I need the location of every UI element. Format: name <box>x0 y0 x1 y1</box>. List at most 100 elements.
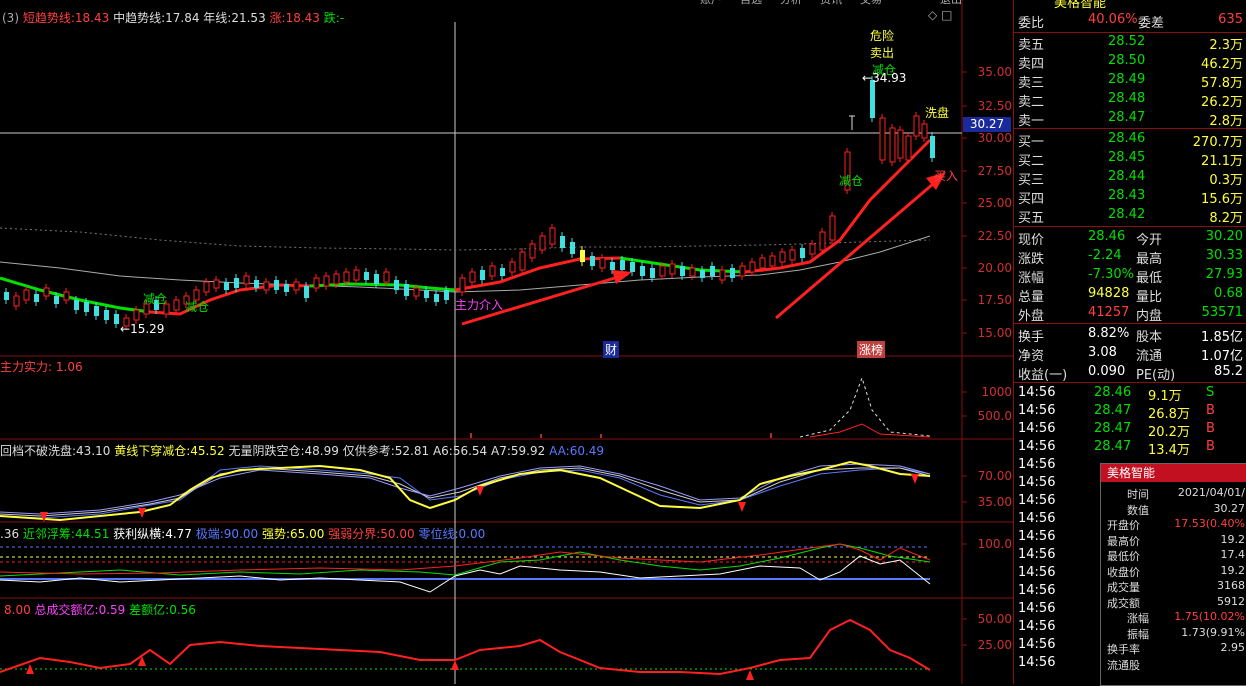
stat-value: 0.68 <box>1214 286 1243 301</box>
stat-value: 85.2 <box>1214 364 1243 379</box>
tooltip-row: 成交额 5912 <box>1105 595 1246 610</box>
book-volume: 8.2万 <box>1209 211 1243 226</box>
candle-body <box>489 265 496 277</box>
indicator-value: 44.51 <box>74 527 110 541</box>
book-row: 买二 28.45 21.1万 <box>1018 150 1243 169</box>
candle-body <box>560 236 565 248</box>
book-label: 卖四 <box>1018 57 1045 72</box>
sub-axis-label: 1000 <box>981 385 1012 399</box>
tooltip-value: 17.4 <box>1220 548 1246 561</box>
candle-body <box>213 279 220 289</box>
candle-body <box>63 291 70 301</box>
panel1-title: 主力实力: <box>0 360 53 374</box>
stat-label: 股本 <box>1136 330 1163 345</box>
stat-label: PE(动) <box>1136 368 1176 383</box>
tooltip-row: 最高价 19.2 <box>1105 533 1246 548</box>
sub-axis-label: 50.00 <box>977 612 1012 626</box>
candle-body <box>913 115 920 137</box>
candle-body <box>413 287 420 297</box>
indicator-value: 90.00 <box>223 527 259 541</box>
tooltip-row: 涨幅 1.75(10.02% <box>1105 610 1246 625</box>
indicator-label: 零位线: <box>418 527 459 541</box>
candle-body <box>374 274 379 284</box>
candle-body <box>599 257 606 269</box>
candle-body <box>640 266 645 276</box>
candle-body <box>590 256 595 266</box>
tooltip-row: 流通股 <box>1105 657 1246 672</box>
candle-body <box>333 273 340 285</box>
stat-value: 41257 <box>1088 305 1130 320</box>
indicator-label: 强势: <box>261 527 291 541</box>
candle-body <box>789 249 796 261</box>
candle-body <box>394 280 399 290</box>
tick-time: 14:56 <box>1018 529 1056 544</box>
panel2-header: 回档不破洗盘:43.10 黄线下穿减仓:45.52 无量阴跌空仓:48.99 仅… <box>0 442 604 459</box>
book-row: 买一 28.46 270.7万 <box>1018 131 1243 150</box>
candle-body <box>870 80 875 118</box>
tooltip-row: 收盘价 19.2 <box>1105 564 1246 579</box>
price-axis-label: 20.00 <box>977 261 1012 275</box>
data-tooltip-window[interactable]: 美格智能 时间 2021/04/01/数值 30.27 开盘价 17.53(0.40% 最… <box>1100 463 1246 686</box>
tooltip-value: 2.95 <box>1220 641 1246 654</box>
book-volume: 0.3万 <box>1209 173 1243 188</box>
tooltip-key: 数值 <box>1127 503 1149 517</box>
candle-body <box>424 290 429 298</box>
candle-body <box>719 269 726 281</box>
book-price: 28.43 <box>1108 188 1146 203</box>
indicator-label: 近邻浮筹: <box>22 527 75 541</box>
price-axis-label: 32.50 <box>977 99 1012 113</box>
stat-row: 现价 28.46 今开 30.20 <box>1018 229 1243 248</box>
sub-axis-label: 25.00 <box>977 638 1012 652</box>
panel2-arrows <box>40 474 919 522</box>
stat-value: -2.24 <box>1088 248 1122 263</box>
tick-volume: 26.8万 <box>1148 407 1190 422</box>
tooltip-key: 振幅 <box>1127 627 1149 641</box>
book-volume: 270.7万 <box>1192 135 1243 150</box>
indicator-label: A7: <box>491 444 511 458</box>
candle-body <box>669 263 676 275</box>
price-axis-label: 35.00 <box>977 65 1012 79</box>
tooltip-value: 2021/04/01/ <box>1177 486 1245 499</box>
book-label: 买五 <box>1018 211 1045 226</box>
panel1-header: 主力实力: 1.06 <box>0 358 83 375</box>
stat-label: 换手 <box>1018 330 1045 345</box>
stat-label: 量比 <box>1136 290 1163 305</box>
book-row: 买三 28.44 0.3万 <box>1018 169 1243 188</box>
candle-body <box>480 270 485 280</box>
tick-time: 14:56 <box>1018 421 1056 436</box>
price-axis-label: 15.00 <box>977 326 1012 340</box>
candle-body <box>620 260 625 270</box>
book-price: 28.48 <box>1108 91 1146 106</box>
book-volume: 2.3万 <box>1209 38 1243 53</box>
candle-body <box>74 300 79 310</box>
candle-body <box>759 257 766 269</box>
tick-side: B <box>1206 403 1215 418</box>
tooltip-value: 19.2 <box>1220 563 1246 577</box>
book-label: 买一 <box>1018 135 1045 150</box>
book-label: 卖一 <box>1018 114 1045 129</box>
limit-tag[interactable]: 涨榜 <box>857 341 886 358</box>
stat-label: 内盘 <box>1136 309 1163 324</box>
tooltip-value: 19.2 <box>1220 532 1246 546</box>
book-price: 28.50 <box>1108 53 1146 68</box>
candle-body <box>114 314 119 324</box>
indicator-value: 0.56 <box>169 603 196 617</box>
book-price: 28.49 <box>1108 72 1146 87</box>
tooltip-key: 成交额 <box>1107 596 1140 610</box>
indicator-label: 获利纵横: <box>113 527 166 541</box>
finance-tag[interactable]: 财 <box>603 341 620 358</box>
annotation-low-mark: ←15.29 <box>120 322 165 336</box>
tick-side: S <box>1206 385 1215 400</box>
indicator-label: 8.00 <box>4 603 31 617</box>
candle-body <box>133 309 140 321</box>
candle-body <box>610 262 615 270</box>
annotation-reduce-left1: 减仓 <box>143 292 168 306</box>
stat-label: 今开 <box>1136 233 1163 248</box>
candle-body <box>323 275 330 287</box>
tick-time: 14:56 <box>1018 565 1056 580</box>
tooltip-value: 1.75(10.02% <box>1174 610 1245 623</box>
indicator-value: 45.52 <box>190 444 225 458</box>
tick-time: 14:56 <box>1018 547 1056 562</box>
stat-value: 30.20 <box>1205 229 1243 244</box>
candle-body <box>779 251 786 263</box>
